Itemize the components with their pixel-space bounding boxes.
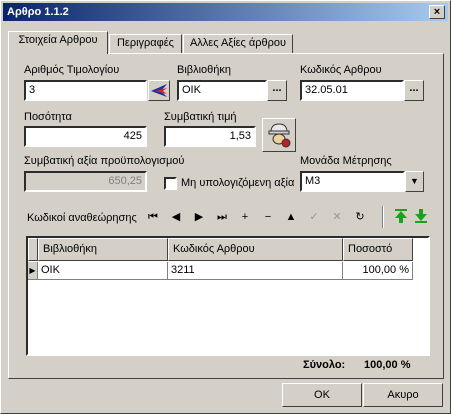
tab-other-values[interactable]: Αλλες Αξίες άρθρου xyxy=(183,34,293,53)
title-bar: Αρθρο 1.1.2 × xyxy=(3,3,448,21)
item-code-label: Κωδικός Αρθρου xyxy=(300,64,382,76)
arrow-left-icon xyxy=(151,84,167,97)
non-calc-value-checkbox[interactable] xyxy=(164,177,177,190)
green-arrow-down-icon xyxy=(415,209,427,223)
recalc-codes-label: Κωδικοί αναθεώρησης xyxy=(27,212,137,224)
toolbar-divider xyxy=(382,206,384,228)
unit-select[interactable]: M3 xyxy=(300,171,405,192)
table-cell-library[interactable]: OIK xyxy=(38,262,168,280)
grid-corner xyxy=(28,238,38,261)
quantity-label: Ποσότητα xyxy=(24,111,72,123)
unit-label: Μονάδα Μέτρησης xyxy=(300,155,392,167)
move-up-button[interactable] xyxy=(391,208,411,226)
dialog-window: Αρθρο 1.1.2 × Στοιχεία Αρθρου Περιγραφές… xyxy=(0,0,451,414)
cancel-button[interactable]: Ακυρο xyxy=(363,383,443,407)
next-record-icon[interactable]: ▶ xyxy=(189,208,209,226)
pick-invoice-button[interactable] xyxy=(148,80,170,101)
worker-helmet-icon xyxy=(268,123,291,148)
close-icon[interactable]: × xyxy=(429,5,445,19)
table-cell-item-code[interactable]: 3211 xyxy=(168,262,343,280)
refresh-icon[interactable]: ↻ xyxy=(350,208,370,226)
first-record-icon[interactable]: ⏮ xyxy=(143,208,163,226)
edit-record-icon[interactable]: ▲ xyxy=(281,208,301,226)
calculate-price-button[interactable] xyxy=(262,118,296,152)
item-code-field[interactable]: 32.05.01 xyxy=(300,80,404,101)
library-field[interactable]: OIK xyxy=(177,80,267,101)
cancel-record-icon[interactable]: ✕ xyxy=(327,208,347,226)
budget-value-label: Συμβατική αξία προϋπολογισμού xyxy=(24,155,185,167)
library-browse-button[interactable]: ... xyxy=(267,80,287,101)
move-down-button[interactable] xyxy=(411,208,431,226)
recalc-codes-grid[interactable]: Βιβλιοθήκη Κωδικός Αρθρου Ποσοστό ▶ OIK … xyxy=(26,236,430,356)
invoice-number-field[interactable]: 3 xyxy=(24,80,147,101)
column-header-percent[interactable]: Ποσοστό xyxy=(343,238,413,261)
table-cell-percent[interactable]: 100,00 % xyxy=(343,262,413,280)
green-arrow-up-icon xyxy=(395,209,407,223)
post-record-icon[interactable]: ✓ xyxy=(304,208,324,226)
budget-value-field: 650,25 xyxy=(24,171,147,192)
total-value: 100,00 % xyxy=(364,359,411,371)
tab-item-details[interactable]: Στοιχεία Αρθρου xyxy=(8,31,108,54)
contract-price-field[interactable]: 1,53 xyxy=(164,126,256,147)
chevron-down-icon[interactable]: ▼ xyxy=(405,171,424,192)
contract-price-label: Συμβατική τιμή xyxy=(164,111,237,123)
non-calc-value-label: Μη υπολογιζόμενη αξία xyxy=(181,177,295,189)
library-label: Βιβλιοθήκη xyxy=(177,64,232,76)
row-indicator-icon: ▶ xyxy=(28,262,38,280)
total-label: Σύνολο: xyxy=(303,359,346,371)
window-title: Αρθρο 1.1.2 xyxy=(7,6,69,18)
quantity-field[interactable]: 425 xyxy=(24,126,147,147)
ok-button[interactable]: OK xyxy=(282,383,362,407)
insert-record-icon[interactable]: + xyxy=(235,208,255,226)
prior-record-icon[interactable]: ◀ xyxy=(166,208,186,226)
item-code-browse-button[interactable]: ... xyxy=(404,80,424,101)
delete-record-icon[interactable]: − xyxy=(258,208,278,226)
tab-descriptions[interactable]: Περιγραφές xyxy=(109,34,182,53)
invoice-number-label: Αριθμός Τιμολογίου xyxy=(24,64,120,76)
last-record-icon[interactable]: ⏭ xyxy=(212,208,232,226)
column-header-item-code[interactable]: Κωδικός Αρθρου xyxy=(168,238,343,261)
column-header-library[interactable]: Βιβλιοθήκη xyxy=(38,238,168,261)
